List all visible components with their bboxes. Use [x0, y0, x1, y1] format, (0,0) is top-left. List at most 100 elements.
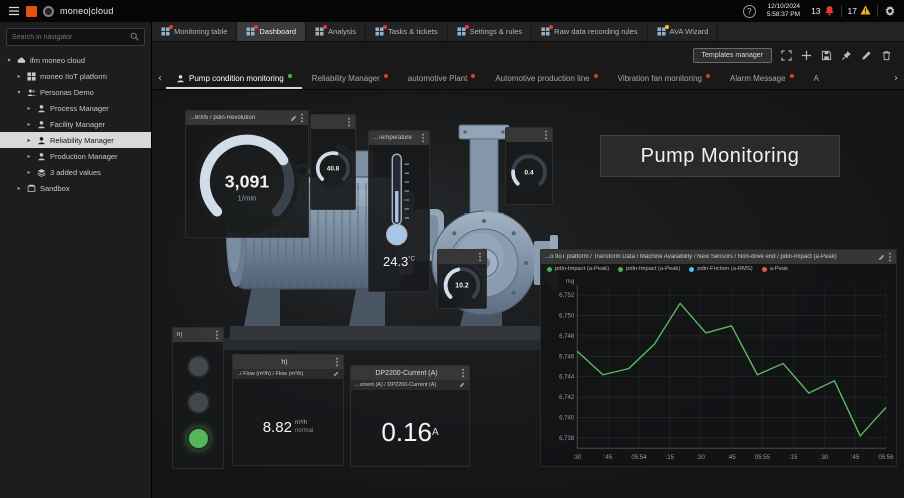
widget-title: ...Temperature: [373, 135, 412, 141]
tabs-scroll-left-icon[interactable]: ‹: [154, 68, 166, 89]
svg-text:mg: mg: [566, 279, 574, 285]
tab-label: Raw data recording rules: [554, 27, 638, 36]
tab-tasks-tickets[interactable]: Tasks & tickets: [366, 22, 448, 41]
dashboard-tab-pump-condition-monitoring[interactable]: Pump condition monitoring: [166, 68, 302, 89]
svg-text::45: :45: [604, 455, 613, 461]
dashboard-tab-a[interactable]: A: [804, 68, 829, 89]
widget-menu-icon[interactable]: [461, 368, 465, 378]
widget-revolution-gauge[interactable]: ...6005 / pdin-Revolution 3,091 1/min: [185, 110, 309, 238]
tab-label: Dashboard: [259, 27, 297, 36]
sidebar-item-facility-manager[interactable]: ▸ Facility Manager: [0, 116, 151, 132]
small-gauge: 40.8: [313, 128, 353, 207]
sidebar-item-moneo-iiot-platform[interactable]: ▸ moneo IIoT platform: [0, 68, 151, 84]
help-button[interactable]: ?: [742, 4, 756, 18]
edit-icon[interactable]: [333, 371, 339, 377]
add-widget-icon[interactable]: [801, 50, 812, 61]
edit-icon[interactable]: [878, 254, 885, 261]
widget-small-gauge-right[interactable]: 0.4: [505, 127, 553, 205]
sidebar-item-reliability-manager[interactable]: ▸ Reliability Manager: [0, 132, 151, 148]
widget-menu-icon[interactable]: [544, 130, 548, 140]
widget-temperature[interactable]: ...Temperature 24.3°C: [368, 130, 430, 292]
person-icon: [37, 136, 46, 145]
warning-counter[interactable]: 17: [848, 5, 871, 17]
sidebar-item-production-manager[interactable]: ▸ Production Manager: [0, 148, 151, 164]
tab-analysis[interactable]: Analysis: [306, 22, 367, 41]
svg-text::30: :30: [573, 455, 582, 461]
dashboard-canvas: ...6005 / pdin-Revolution 3,091 1/min 40.…: [152, 90, 904, 498]
tree-collapse-icon[interactable]: ▾: [5, 57, 13, 64]
widget-small-gauge-top[interactable]: 40.8: [310, 114, 356, 210]
save-icon[interactable]: [821, 50, 832, 61]
tab-settings-rules[interactable]: Settings & rules: [448, 22, 533, 41]
sidebar-item-label: Personas Demo: [40, 87, 94, 97]
tree-expand-icon[interactable]: ▸: [15, 185, 23, 192]
svg-text::45: :45: [851, 455, 860, 461]
dashboard-tab-reliability-manager[interactable]: Reliability Manager: [302, 68, 398, 89]
analysis-icon: [315, 25, 328, 36]
legend-item[interactable]: a-Peak: [761, 266, 788, 272]
edit-icon[interactable]: [459, 382, 465, 388]
svg-text::30: :30: [820, 455, 829, 461]
widget-menu-icon[interactable]: [347, 117, 351, 127]
tree-expand-icon[interactable]: ▸: [25, 105, 33, 112]
dashboard-tab-automotive-plant[interactable]: automotive Plant: [398, 68, 486, 89]
sidebar-item-label: Facility Manager: [50, 119, 106, 129]
tree-expand-icon[interactable]: ▸: [15, 73, 23, 80]
chart-plot[interactable]: 6,752 6,750 6,748 6,746 6,744 6,742 6,740 6,738…: [543, 277, 894, 464]
pin-icon[interactable]: [841, 50, 852, 61]
svg-text:6,740: 6,740: [559, 416, 575, 422]
tree-expand-icon[interactable]: ▸: [25, 137, 33, 144]
sidebar-item-process-manager[interactable]: ▸ Process Manager: [0, 100, 151, 116]
widget-small-gauge-mid[interactable]: 10.2: [437, 249, 487, 309]
dash-tab-label: A: [813, 74, 819, 83]
tab-monitoring-table[interactable]: Monitoring table: [152, 22, 238, 41]
search-icon[interactable]: [130, 28, 139, 46]
sidebar-item-label: Process Manager: [50, 103, 109, 113]
person-icon: [37, 104, 46, 113]
widget-status-indicators[interactable]: h): [172, 327, 224, 469]
dash-tab-label: Automotive production line: [495, 74, 590, 83]
widget-title-panel[interactable]: Pump Monitoring: [600, 135, 840, 177]
delete-icon[interactable]: [881, 50, 892, 61]
dashboard-tab-alarm-message[interactable]: Alarm Message: [720, 68, 804, 89]
tab-dashboard[interactable]: Dashboard: [237, 22, 307, 41]
edit-icon[interactable]: [290, 115, 297, 122]
dashboard-tab-vibration-fan-monitoring[interactable]: Vibration fan monitoring: [608, 68, 720, 89]
dashboard-tab-automotive-production-line[interactable]: Automotive production line: [485, 68, 607, 89]
tree-collapse-icon[interactable]: ▾: [15, 89, 23, 96]
navigator-search[interactable]: [6, 28, 145, 46]
svg-text:05:54: 05:54: [631, 455, 647, 461]
tree-expand-icon[interactable]: ▸: [25, 153, 33, 160]
widget-menu-icon[interactable]: [421, 133, 425, 143]
sidebar-item-ifm-moneo-cloud[interactable]: ▾ ifm moneo cloud: [0, 52, 151, 68]
sidebar-item-sandbox[interactable]: ▸ Sandbox: [0, 180, 151, 196]
sidebar-item-3-added-values[interactable]: ▸ 3 added values: [0, 164, 151, 180]
widget-menu-icon[interactable]: [335, 357, 339, 367]
menu-icon[interactable]: [8, 6, 20, 16]
legend-item[interactable]: pdin-Impact (a-Peak): [618, 266, 680, 272]
widget-menu-icon[interactable]: [478, 252, 482, 262]
tab-status-dot: [383, 73, 388, 78]
alarm-counter[interactable]: 13: [811, 5, 834, 18]
legend-item[interactable]: pdin-Impact (a-Peak): [547, 266, 609, 272]
templates-manager-button[interactable]: Templates manager: [692, 47, 772, 63]
tree-expand-icon[interactable]: ▸: [25, 169, 33, 176]
tab-raw-data-recording-rules[interactable]: Raw data recording rules: [532, 22, 648, 41]
widget-current[interactable]: DP2200-Current (A) ...urrent (A) / DP220…: [350, 365, 470, 467]
tree-expand-icon[interactable]: ▸: [25, 121, 33, 128]
edit-icon[interactable]: [861, 50, 872, 61]
sidebar-item-personas-demo[interactable]: ▾ Personas Demo: [0, 84, 151, 100]
widget-trend-chart[interactable]: ...o IIoT platform / Transform Data / Ma…: [540, 249, 897, 467]
fullscreen-icon[interactable]: [781, 49, 792, 61]
moneo-logo: [43, 5, 54, 17]
widget-flow[interactable]: h) ../ Flow (m³/h) / Flow (m³/h) 8.82 m³…: [232, 354, 344, 466]
widget-menu-icon[interactable]: [888, 252, 892, 262]
legend-item[interactable]: pdin-Friction (a-RMS): [689, 266, 753, 272]
tabs-scroll-right-icon[interactable]: ›: [890, 68, 902, 89]
tab-ava-wizard[interactable]: AVA Wizard: [648, 22, 719, 41]
widget-menu-icon[interactable]: [300, 113, 304, 123]
widget-menu-icon[interactable]: [215, 330, 219, 340]
raw-data-recording-rules-icon: [541, 25, 554, 36]
settings-gear-icon[interactable]: [884, 5, 896, 17]
search-input[interactable]: [12, 33, 126, 41]
